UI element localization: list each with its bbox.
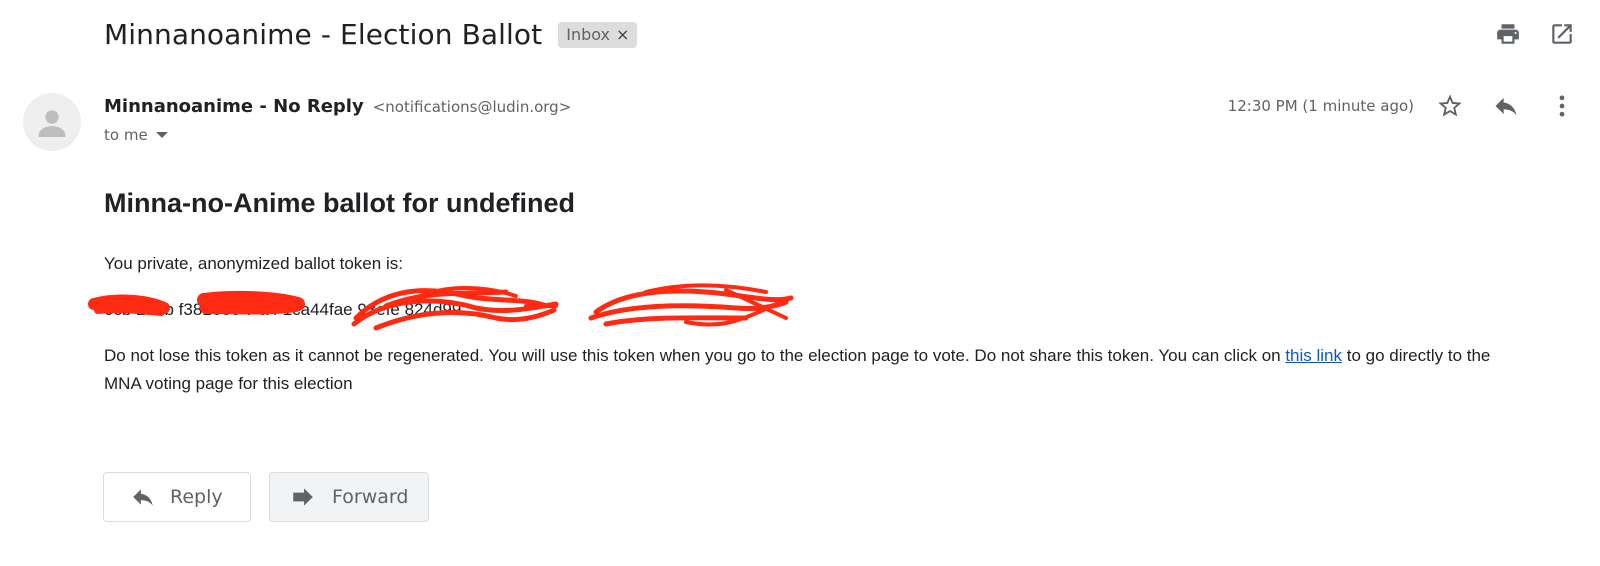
sender-email: <notifications@ludin.org>: [372, 98, 572, 116]
reply-button[interactable]: Reply: [103, 472, 251, 522]
email-subject: Minnanoanime - Election Ballot: [104, 17, 543, 51]
reply-icon[interactable]: [1490, 90, 1522, 122]
open-in-new-window-icon[interactable]: [1546, 18, 1578, 50]
message-timestamp: 12:30 PM (1 minute ago): [1227, 97, 1414, 115]
ballot-token: 0cb 270b f381666 7 a4 1ca44fae 93efe 824…: [104, 300, 462, 319]
thread-actions: [1492, 18, 1578, 50]
more-vert-icon[interactable]: [1546, 90, 1578, 122]
token-intro: You private, anonymized ballot token is:: [104, 254, 403, 273]
token-warning: Do not lose this token as it cannot be r…: [104, 342, 1524, 398]
avatar[interactable]: [23, 93, 81, 151]
print-icon[interactable]: [1492, 18, 1524, 50]
caret-down-icon[interactable]: [155, 132, 168, 138]
person-icon: [38, 110, 66, 137]
recipient-label: to me: [104, 126, 148, 144]
recipient-details-toggle[interactable]: to me: [104, 126, 168, 144]
forward-button[interactable]: Forward: [269, 472, 429, 522]
forward-label: Forward: [332, 486, 409, 508]
star-icon[interactable]: [1434, 90, 1466, 122]
forward-icon: [290, 484, 316, 510]
label-text: Inbox: [566, 25, 610, 44]
email-subject-row: Minnanoanime - Election Ballot Inbox ×: [104, 14, 638, 54]
sender-name[interactable]: Minnanoanime - No Reply: [104, 96, 364, 117]
message-meta: 12:30 PM (1 minute ago): [1228, 90, 1578, 122]
remove-label-icon[interactable]: ×: [616, 25, 629, 44]
reply-label: Reply: [170, 486, 223, 508]
voting-page-link[interactable]: this link: [1285, 346, 1342, 365]
ballot-heading: Minna-no-Anime ballot for undefined: [104, 188, 575, 218]
warning-text-before: Do not lose this token as it cannot be r…: [104, 346, 1286, 365]
reply-icon: [130, 484, 156, 510]
inbox-label-chip[interactable]: Inbox ×: [558, 22, 638, 48]
sender-line: Minnanoanime - No Reply <notifications@l…: [104, 96, 571, 117]
